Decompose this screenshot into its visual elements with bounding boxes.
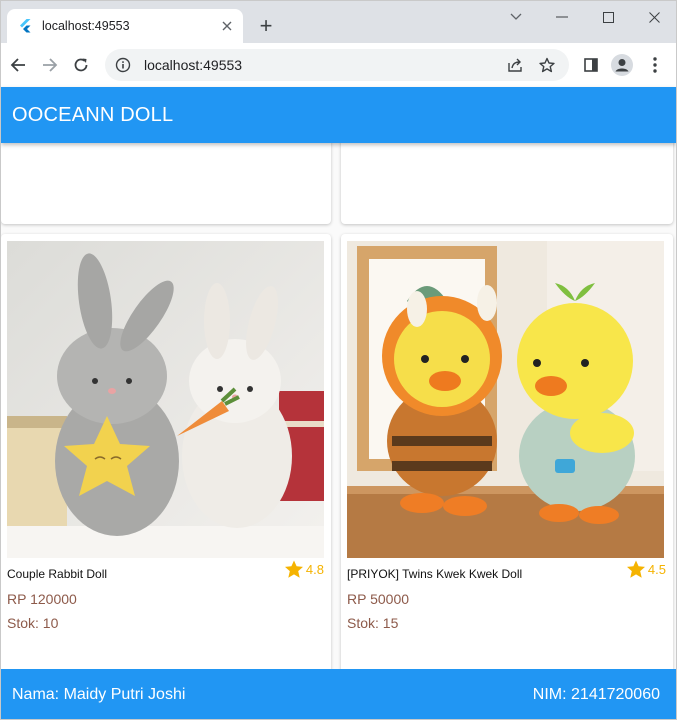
tab-strip: localhost:49553 +: [1, 1, 676, 43]
arrow-right-icon[interactable]: [38, 53, 62, 77]
app-title: OOCEANN DOLL: [12, 103, 174, 126]
browser-tab[interactable]: localhost:49553: [7, 9, 243, 43]
flutter-icon: [17, 18, 33, 34]
new-tab-button[interactable]: +: [255, 15, 277, 37]
product-price: RP 50000: [347, 591, 410, 607]
product-price: RP 120000: [7, 591, 77, 607]
minimize-icon[interactable]: [551, 7, 573, 27]
footer-bar: Nama: Maidy Putri Joshi NIM: 2141720060: [1, 669, 676, 719]
product-name: [PRIYOK] Twins Kwek Kwek Doll: [347, 567, 523, 581]
rating-value: 4.8: [305, 562, 324, 577]
footer-nim: NIM: 2141720060: [532, 686, 660, 703]
app-bar: OOCEANN DOLL: [1, 87, 676, 143]
close-icon[interactable]: [217, 16, 237, 36]
product-card[interactable]: [PRIYOK] Twins Kwek Kwek Doll 4.5 RP 500…: [341, 234, 673, 669]
star-icon[interactable]: [537, 55, 557, 75]
maximize-icon[interactable]: [597, 7, 619, 27]
footer-nama: Nama: Maidy Putri Joshi: [12, 686, 186, 703]
share-icon[interactable]: [505, 55, 525, 75]
info-icon[interactable]: [115, 57, 131, 73]
product-rating: 4.5: [626, 560, 666, 579]
product-image-rabbit[interactable]: [7, 241, 324, 558]
product-stock: Stok: 15: [347, 615, 399, 631]
browser-toolbar: localhost:49553: [1, 43, 676, 87]
profile-icon[interactable]: [610, 53, 634, 77]
product-stock: Stok: 10: [7, 615, 59, 631]
tab-title: localhost:49553: [42, 19, 130, 33]
chevron-down-icon[interactable]: [505, 7, 527, 27]
product-card-partial[interactable]: [1, 143, 331, 224]
product-card-partial[interactable]: [341, 143, 673, 224]
side-panel-icon[interactable]: [579, 53, 603, 77]
product-card[interactable]: Couple Rabbit Doll 4.8 RP 120000 Stok: 1…: [1, 234, 331, 669]
star-icon: [626, 560, 645, 578]
arrow-left-icon[interactable]: [6, 53, 30, 77]
reload-icon[interactable]: [69, 53, 93, 77]
star-icon: [284, 560, 303, 578]
window-close-icon[interactable]: [643, 7, 665, 27]
product-rating: 4.8: [284, 560, 324, 579]
product-grid[interactable]: Couple Rabbit Doll 4.8 RP 120000 Stok: 1…: [1, 143, 676, 669]
product-image-duck[interactable]: [347, 241, 664, 558]
browser-window: localhost:49553 + localhost:49553 OOCEAN…: [0, 0, 677, 720]
url-text[interactable]: localhost:49553: [144, 57, 505, 73]
rating-value: 4.5: [647, 562, 666, 577]
address-bar[interactable]: localhost:49553: [105, 49, 569, 81]
product-name: Couple Rabbit Doll: [7, 567, 108, 581]
kebab-menu-icon[interactable]: [643, 53, 667, 77]
